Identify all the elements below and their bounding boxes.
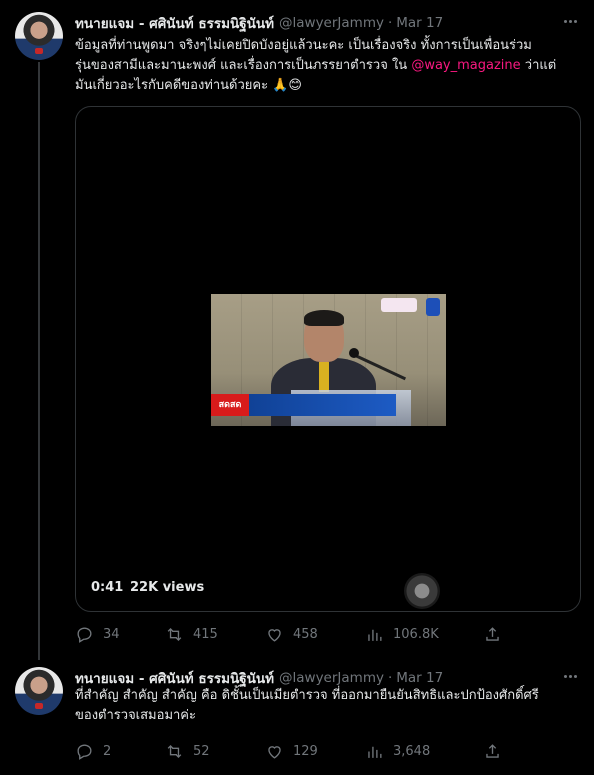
tweet[interactable]: ทนายแจม - ศศินันท์ ธรรมนิฐินันท์ @lawyer…: [0, 0, 594, 660]
separator-dot: ·: [387, 15, 393, 31]
like-count: 129: [293, 743, 318, 759]
retweet-count: 52: [193, 743, 210, 759]
reply-count: 2: [103, 743, 112, 759]
tweet-text-line: มันเกี่ยวอะไรกับคดีของท่านด้วยคะ 🙏😊: [75, 78, 302, 93]
video-views: 22K views: [130, 580, 205, 595]
like-icon: [268, 745, 281, 759]
reply-count: 34: [103, 626, 120, 642]
video-duration: 0:41: [91, 580, 124, 595]
tweet[interactable]: ทนายแจม - ศศินันท์ ธรรมนิฐินันท์ @lawyer…: [0, 660, 594, 775]
reply-icon: [77, 626, 92, 643]
views-icon: [368, 746, 382, 758]
tweet-text-line: ของตำรวจเสมอมาค่ะ: [75, 708, 196, 723]
reply-button[interactable]: 34: [75, 623, 120, 645]
like-button[interactable]: 129: [265, 740, 318, 762]
retweet-count: 415: [193, 626, 218, 642]
tweet-date[interactable]: Mar 17: [396, 15, 443, 31]
like-count: 458: [293, 626, 318, 642]
loading-spinner-icon: [404, 573, 440, 609]
separator-dot: ·: [387, 670, 393, 686]
reply-button[interactable]: 2: [75, 740, 111, 762]
views-button[interactable]: 106.8K: [365, 623, 439, 645]
display-name[interactable]: ทนายแจม - ศศินันท์ ธรรมนิฐินันท์: [75, 12, 274, 34]
user-handle[interactable]: @lawyerJammy: [279, 15, 384, 31]
retweet-icon: [167, 744, 182, 758]
retweet-button[interactable]: 52: [165, 740, 210, 762]
like-button[interactable]: 458: [265, 623, 318, 645]
share-icon: [486, 626, 499, 641]
channel-logo-icon: [426, 298, 440, 316]
tweet-text-line: รุ่นของสามีและมานะพงศ์ และเรื่องการเป็นภ…: [75, 58, 557, 73]
video-player[interactable]: สดสด 0:41 22K views: [75, 106, 581, 612]
more-icon[interactable]: [560, 666, 580, 686]
tweet-actions: 34 415 458 106.8K: [75, 623, 505, 645]
mention-link[interactable]: @way_magazine: [411, 58, 520, 73]
tweet-text-line: ที่สำคัญ สำคัญ สำคัญ คือ ดิชั้นเป็นเมียต…: [75, 688, 539, 703]
views-button[interactable]: 3,648: [365, 740, 430, 762]
views-count: 3,648: [393, 743, 431, 759]
tweet-text: ข้อมูลที่ท่านพูดมา จริงๆไม่เคยปิดบังอยู่…: [75, 36, 580, 96]
avatar[interactable]: [15, 667, 63, 715]
live-label: สดสด: [211, 394, 249, 416]
views-count: 106.8K: [393, 626, 439, 642]
tweet-text-line: ข้อมูลที่ท่านพูดมา จริงๆไม่เคยปิดบังอยู่…: [75, 38, 532, 53]
tweet-date[interactable]: Mar 17: [396, 670, 443, 686]
tweet-header: ทนายแจม - ศศินันท์ ธรรมนิฐินันท์ @lawyer…: [75, 12, 443, 34]
video-thumbnail[interactable]: สดสด: [211, 294, 446, 426]
retweet-icon: [167, 627, 182, 641]
more-icon[interactable]: [560, 11, 580, 31]
avatar[interactable]: [15, 12, 63, 60]
views-icon: [368, 629, 382, 641]
share-icon: [486, 743, 499, 758]
tweet-text: ที่สำคัญ สำคัญ สำคัญ คือ ดิชั้นเป็นเมียต…: [75, 686, 580, 726]
tweet-actions: 2 52 129 3,648: [75, 740, 505, 762]
retweet-button[interactable]: 415: [165, 623, 218, 645]
share-button[interactable]: [483, 623, 502, 645]
like-icon: [268, 628, 281, 642]
reply-icon: [77, 743, 92, 760]
user-handle[interactable]: @lawyerJammy: [279, 670, 384, 686]
share-button[interactable]: [483, 740, 502, 762]
